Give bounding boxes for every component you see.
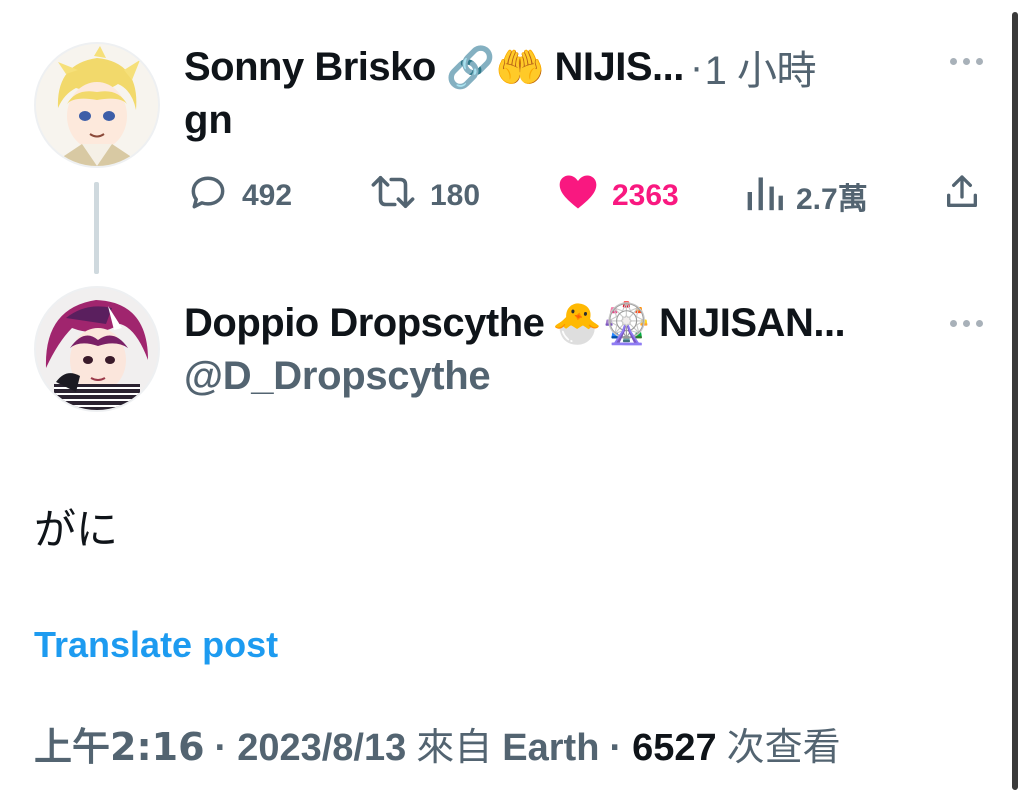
parent-name-emojis: 🔗🤲	[445, 44, 545, 91]
main-display-name[interactable]: Doppio Dropscythe	[184, 301, 545, 346]
main-handle[interactable]: @D_Dropscythe	[184, 354, 491, 399]
parent-more-options-icon[interactable]	[946, 54, 986, 68]
parent-timestamp[interactable]: 1 小時	[705, 38, 817, 96]
thread-connector-line	[94, 182, 99, 274]
views-button[interactable]: 2.7萬	[744, 170, 868, 222]
reply-icon	[186, 170, 230, 222]
main-tweet-text: がに	[34, 505, 119, 554]
like-button[interactable]: 2363	[556, 170, 679, 222]
share-button[interactable]	[942, 170, 982, 222]
main-more-options-icon[interactable]	[946, 316, 986, 330]
views-count: 2.7萬	[796, 183, 868, 216]
share-icon	[942, 170, 982, 222]
retweet-count: 180	[430, 179, 481, 212]
heart-icon	[556, 170, 600, 222]
meta-separator-2: ·	[609, 727, 623, 769]
parent-tweet-text: gn	[184, 98, 233, 142]
retweet-button[interactable]: 180	[368, 170, 480, 222]
parent-display-name[interactable]: Sonny Brisko	[184, 45, 436, 90]
source-name[interactable]: Earth	[502, 727, 599, 770]
views-count-main: 6527	[632, 727, 717, 769]
reply-button[interactable]: 492	[186, 170, 292, 222]
main-name-suffix[interactable]: NIJISAN...	[659, 301, 846, 346]
vertical-scrollbar[interactable]	[1012, 12, 1018, 790]
retweet-icon	[368, 170, 418, 222]
reply-count: 492	[242, 179, 293, 212]
tweet-meta-row: 上午2:16 · 2023/8/13 來自 Earth · 6527 次查看	[34, 716, 841, 771]
parent-name-suffix[interactable]: NIJIS...	[554, 45, 684, 90]
views-bar-chart-icon	[744, 170, 784, 222]
tweet-date[interactable]: 2023/8/13	[237, 727, 406, 770]
source-prefix: 來自	[416, 725, 493, 769]
doppio-avatar[interactable]	[34, 286, 160, 412]
parent-time-separator: ·	[689, 44, 703, 89]
like-count: 2363	[612, 179, 679, 212]
translate-post-link[interactable]: Translate post	[34, 624, 278, 666]
meta-separator-1: ·	[214, 727, 228, 769]
main-display-name-row: Doppio Dropscythe 🐣🎡 NIJISAN...	[184, 300, 846, 347]
parent-display-name-row: Sonny Brisko 🔗🤲 NIJIS... · 1 小時	[184, 38, 817, 96]
views-label: 次查看	[726, 725, 841, 769]
tweet-time[interactable]: 上午2:16	[34, 716, 205, 771]
sonny-avatar[interactable]	[34, 42, 160, 168]
main-name-emojis: 🐣🎡	[552, 301, 652, 347]
